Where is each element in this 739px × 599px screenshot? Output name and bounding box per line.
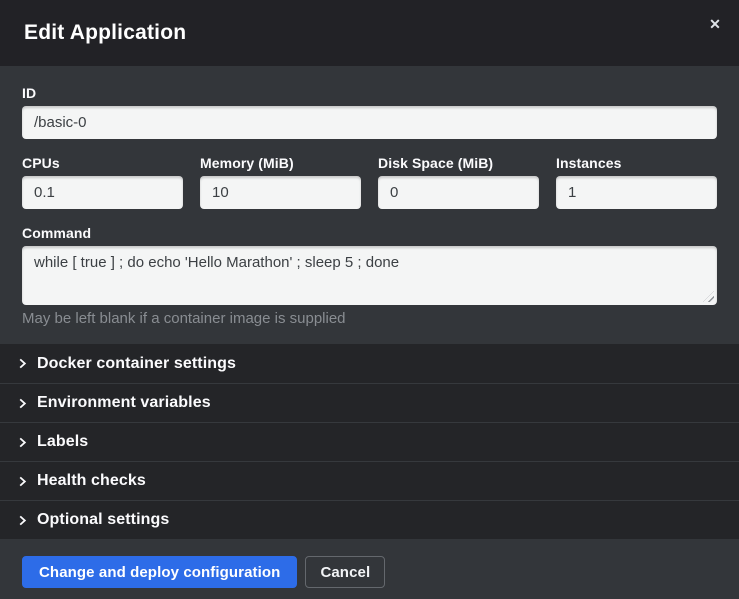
accordion-sections: Docker container settings Environment va… bbox=[0, 344, 739, 539]
disk-space-input[interactable] bbox=[378, 176, 539, 209]
chevron-right-icon bbox=[17, 398, 28, 409]
chevron-right-icon bbox=[17, 437, 28, 448]
section-label: Docker container settings bbox=[37, 355, 236, 373]
section-label: Labels bbox=[37, 433, 88, 451]
modal-header: Edit Application ✕ bbox=[0, 0, 739, 66]
command-textarea[interactable]: while [ true ] ; do echo 'Hello Marathon… bbox=[22, 246, 717, 305]
section-docker-container-settings[interactable]: Docker container settings bbox=[0, 344, 739, 383]
instances-field-group: Instances bbox=[556, 155, 717, 209]
close-icon[interactable]: ✕ bbox=[701, 12, 729, 36]
command-field-group: Command while [ true ] ; do echo 'Hello … bbox=[22, 225, 717, 327]
section-label: Health checks bbox=[37, 472, 146, 490]
change-and-deploy-button[interactable]: Change and deploy configuration bbox=[22, 556, 297, 588]
chevron-right-icon bbox=[17, 476, 28, 487]
chevron-right-icon bbox=[17, 515, 28, 526]
edit-application-modal: Edit Application ✕ ID CPUs Memory (MiB) … bbox=[0, 0, 739, 599]
section-label: Environment variables bbox=[37, 394, 211, 412]
memory-field-label: Memory (MiB) bbox=[200, 155, 361, 171]
cpus-input[interactable] bbox=[22, 176, 183, 209]
instances-field-label: Instances bbox=[556, 155, 717, 171]
command-help-text: May be left blank if a container image i… bbox=[22, 310, 717, 327]
section-environment-variables[interactable]: Environment variables bbox=[0, 383, 739, 422]
cancel-button[interactable]: Cancel bbox=[305, 556, 385, 588]
id-field-label: ID bbox=[22, 85, 717, 101]
cpus-field-label: CPUs bbox=[22, 155, 183, 171]
section-label: Optional settings bbox=[37, 511, 169, 529]
id-field-group: ID bbox=[22, 85, 717, 139]
memory-field-group: Memory (MiB) bbox=[200, 155, 361, 209]
disk-space-field-group: Disk Space (MiB) bbox=[378, 155, 539, 209]
instances-input[interactable] bbox=[556, 176, 717, 209]
application-form: ID CPUs Memory (MiB) Disk Space (MiB) In… bbox=[0, 66, 739, 344]
id-input[interactable] bbox=[22, 106, 717, 139]
section-labels[interactable]: Labels bbox=[0, 422, 739, 461]
section-optional-settings[interactable]: Optional settings bbox=[0, 500, 739, 539]
resource-fields-row: CPUs Memory (MiB) Disk Space (MiB) Insta… bbox=[22, 155, 717, 209]
modal-footer: Change and deploy configuration Cancel bbox=[0, 539, 739, 599]
disk-space-field-label: Disk Space (MiB) bbox=[378, 155, 539, 171]
modal-title: Edit Application bbox=[24, 21, 186, 45]
command-field-label: Command bbox=[22, 225, 717, 241]
cpus-field-group: CPUs bbox=[22, 155, 183, 209]
memory-input[interactable] bbox=[200, 176, 361, 209]
section-health-checks[interactable]: Health checks bbox=[0, 461, 739, 500]
command-textarea-wrap: while [ true ] ; do echo 'Hello Marathon… bbox=[22, 246, 717, 305]
chevron-right-icon bbox=[17, 358, 28, 369]
